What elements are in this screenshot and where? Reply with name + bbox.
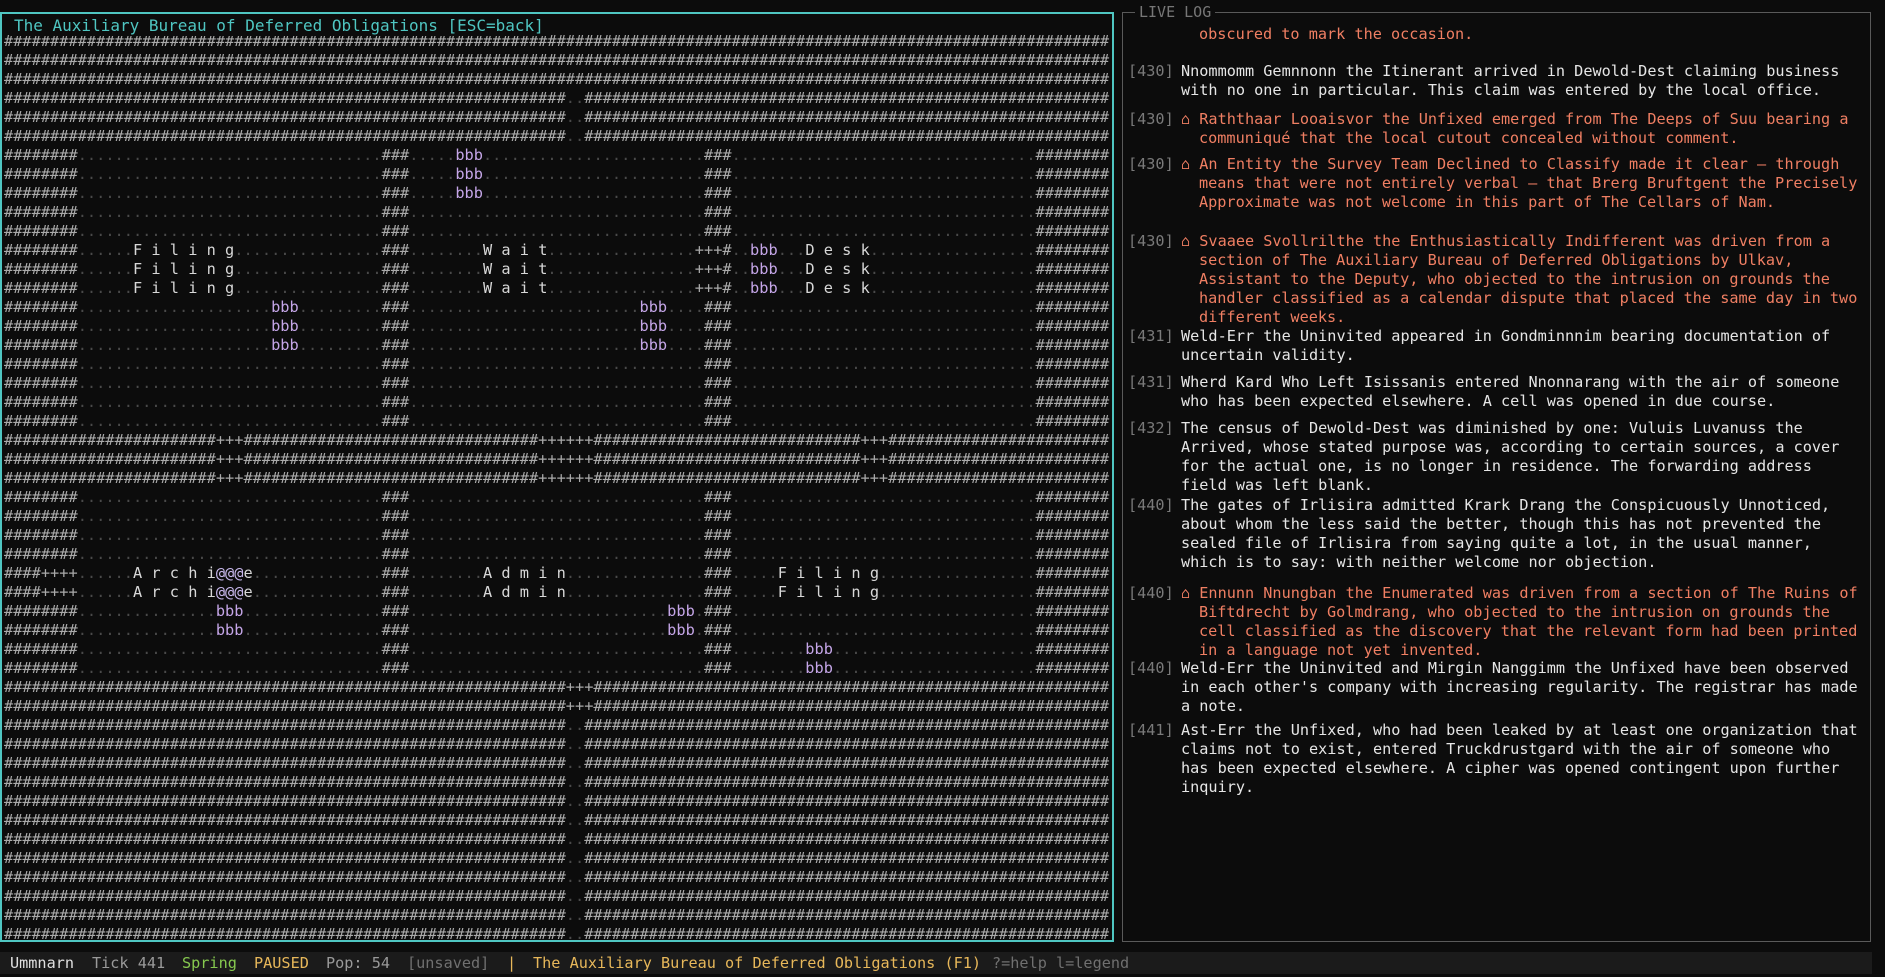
- map-row: ########......F i l i n g...............…: [4, 260, 1110, 278]
- log-tick: [440]: [1128, 584, 1174, 602]
- map-row: ########...............bbb..............…: [4, 621, 1110, 639]
- log-tick: [432]: [1128, 419, 1174, 437]
- map-row: ########................................…: [4, 374, 1110, 392]
- map-row: ########................................…: [4, 659, 1110, 677]
- map-row: ########................................…: [4, 412, 1110, 430]
- map-row: ########.....................bbb........…: [4, 317, 1110, 335]
- map-row: ########################################…: [4, 70, 1110, 88]
- map-row: ########################################…: [4, 89, 1110, 107]
- log-text: Weld-Err the Uninvited appeared in Gondm…: [1181, 327, 1831, 364]
- log-title: LIVE LOG: [1135, 2, 1216, 22]
- log-text: The census of Dewold-Dest was diminished…: [1181, 419, 1840, 494]
- map-panel: ########################################…: [0, 12, 1114, 943]
- map-row: ########################################…: [4, 830, 1110, 848]
- log-entry: [440] ⌂ Ennunn Nnungban the Enumerated wa…: [1123, 584, 1866, 660]
- log-tick: [430]: [1128, 155, 1174, 173]
- map-row: ########.....................bbb........…: [4, 336, 1110, 354]
- map-row: ########################################…: [4, 773, 1110, 791]
- log-entry: obscured to mark the occasion.: [1123, 25, 1866, 44]
- log-entry: [430] ⌂ Svaaee Svollrilthe the Enthusiast…: [1123, 232, 1866, 327]
- log-entry: [441] Ast-Err the Unfixed, who had been l…: [1123, 721, 1866, 797]
- help-hint: ?=help l=legend: [992, 954, 1130, 972]
- map-row: #######################+++##############…: [4, 450, 1110, 468]
- map-row: ########################################…: [4, 868, 1110, 886]
- log-text: Wherd Kard Who Left Isissanis entered Nn…: [1181, 373, 1840, 410]
- log-text: ⌂ An Entity the Survey Team Declined to …: [1181, 155, 1858, 211]
- map-row: ########................................…: [4, 222, 1110, 240]
- pause-status[interactable]: PAUSED: [254, 952, 309, 974]
- map-row: ########................................…: [4, 355, 1110, 373]
- log-tick: [431]: [1128, 373, 1174, 391]
- log-text: ⌂ Svaaee Svollrilthe the Enthusiasticall…: [1181, 232, 1858, 326]
- map-row: ########################################…: [4, 735, 1110, 753]
- map-row: ########################################…: [4, 51, 1110, 69]
- log-text: Weld-Err the Uninvited and Mirgin Nanggi…: [1181, 659, 1858, 715]
- map-row: ########################################…: [4, 906, 1110, 924]
- log-entry: [430] Nnommomm Gemnnonn the Itinerant arr…: [1123, 62, 1866, 100]
- map-row: ########################################…: [4, 697, 1110, 715]
- map-row: ########................................…: [4, 146, 1110, 164]
- map-row: ########################################…: [4, 792, 1110, 810]
- map-row: ########################################…: [4, 127, 1110, 145]
- map-row: ########################################…: [4, 849, 1110, 867]
- map-row: ########################################…: [4, 678, 1110, 696]
- log-tick: [440]: [1128, 659, 1174, 677]
- map-row: ####++++......A r c h i@@@e.............…: [4, 583, 1110, 601]
- log-tick: [430]: [1128, 62, 1174, 80]
- log-list[interactable]: obscured to mark the occasion. [430] Nnomm…: [1123, 13, 1870, 941]
- season-indicator: Spring: [182, 954, 237, 972]
- log-tick: [430]: [1128, 110, 1174, 128]
- save-status: [unsaved]: [407, 954, 490, 972]
- map-row: ########...............bbb..............…: [4, 602, 1110, 620]
- location-name[interactable]: The Auxiliary Bureau of Deferred Obligat…: [533, 952, 981, 974]
- map-row: ########################################…: [4, 887, 1110, 905]
- map-row: ####++++......A r c h i@@@e.............…: [4, 564, 1110, 582]
- app-root: ########################################…: [0, 0, 1885, 977]
- log-entry: [430] ⌂ Raththaar Looaisvor the Unfixed e…: [1123, 110, 1866, 148]
- log-text: obscured to mark the occasion.: [1199, 25, 1474, 43]
- status-separator: |: [507, 954, 517, 972]
- map-title: The Auxiliary Bureau of Deferred Obligat…: [10, 16, 548, 36]
- status-bar: Ummnarn Tick 441 Spring PAUSED Pop: 54 […: [0, 952, 1872, 974]
- log-text: ⌂ Raththaar Looaisvor the Unfixed emerge…: [1181, 110, 1849, 147]
- log-tick: [430]: [1128, 232, 1174, 250]
- map-row: ########................................…: [4, 488, 1110, 506]
- map-row: ########################################…: [4, 754, 1110, 772]
- map-row: ########................................…: [4, 640, 1110, 658]
- map-row: ########................................…: [4, 526, 1110, 544]
- map-row: ########################################…: [4, 716, 1110, 734]
- log-entry: [431] Wherd Kard Who Left Isissanis enter…: [1123, 373, 1866, 411]
- map-row: ########................................…: [4, 184, 1110, 202]
- tick-counter: Tick 441: [92, 954, 166, 972]
- log-text: ⌂ Ennunn Nnungban the Enumerated was dri…: [1181, 584, 1858, 659]
- live-log-panel: obscured to mark the occasion. [430] Nnomm…: [1122, 2, 1871, 942]
- log-text: Nnommomm Gemnnonn the Itinerant arrived …: [1181, 62, 1840, 99]
- map-row: ########################################…: [4, 108, 1110, 126]
- map-row: ########################################…: [4, 925, 1110, 943]
- ascii-map[interactable]: ########################################…: [4, 32, 1112, 950]
- map-row: #######################+++##############…: [4, 469, 1110, 487]
- map-row: ########......F i l i n g...............…: [4, 279, 1110, 297]
- log-entry: [440] The gates of Irlisira admitted Krar…: [1123, 496, 1866, 572]
- map-row: ########################################…: [4, 811, 1110, 829]
- log-tick: [431]: [1128, 327, 1174, 345]
- log-text: The gates of Irlisira admitted Krark Dra…: [1181, 496, 1831, 571]
- map-row: ########......F i l i n g...............…: [4, 241, 1110, 259]
- map-row: ########................................…: [4, 165, 1110, 183]
- map-row: #######################+++##############…: [4, 431, 1110, 449]
- population-count: Pop: 54: [326, 954, 391, 972]
- map-row: ########................................…: [4, 393, 1110, 411]
- map-row: ########.....................bbb........…: [4, 298, 1110, 316]
- log-tick: [440]: [1128, 496, 1174, 514]
- world-name: Ummnarn: [10, 954, 75, 972]
- log-tick: [441]: [1128, 721, 1174, 739]
- log-text: Ast-Err the Unfixed, who had been leaked…: [1181, 721, 1858, 796]
- log-entry: [440] Weld-Err the Uninvited and Mirgin N…: [1123, 659, 1866, 716]
- log-entry: [430] ⌂ An Entity the Survey Team Decline…: [1123, 155, 1866, 212]
- map-row: ########................................…: [4, 203, 1110, 221]
- log-entry: [432] The census of Dewold-Dest was dimin…: [1123, 419, 1866, 495]
- map-row: ########................................…: [4, 545, 1110, 563]
- map-row: ########................................…: [4, 507, 1110, 525]
- log-entry: [431] Weld-Err the Uninvited appeared in …: [1123, 327, 1866, 365]
